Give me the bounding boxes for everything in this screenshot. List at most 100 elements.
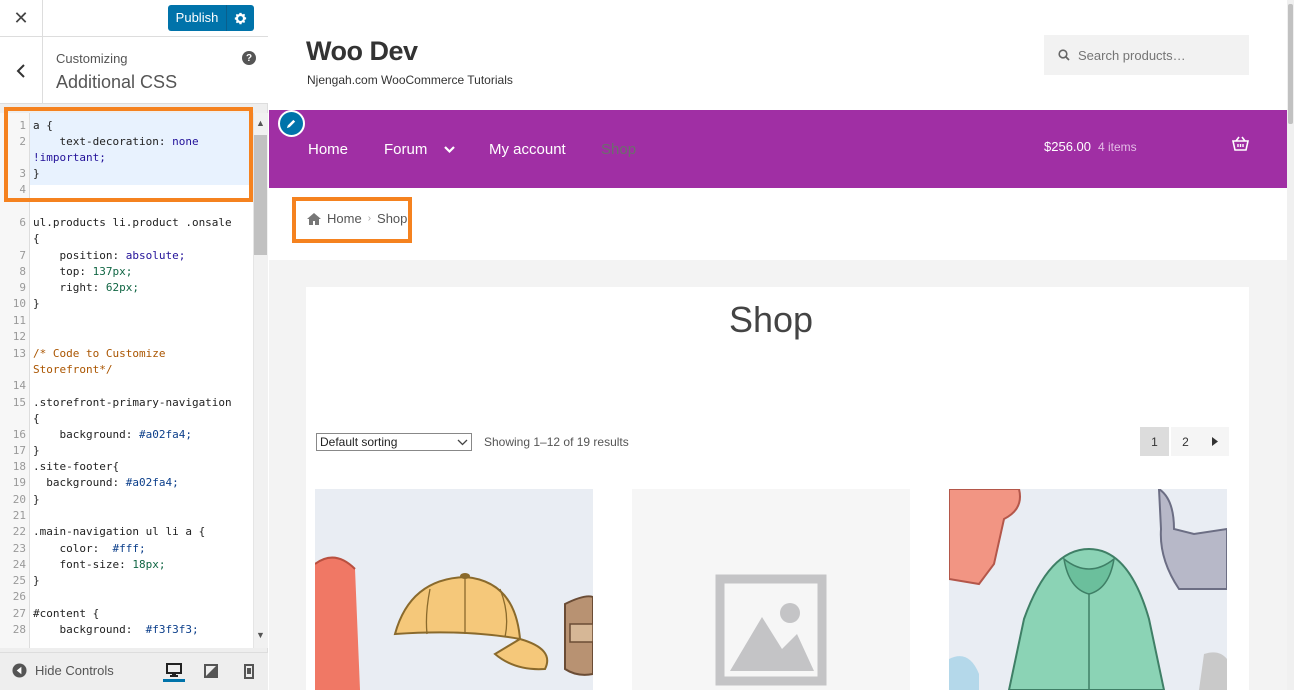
nav-item-forum[interactable]: Forum: [384, 141, 455, 158]
code-line: }: [33, 297, 40, 310]
code-line: background: #f3f3f3;: [33, 623, 199, 636]
line-number: 21: [12, 509, 26, 522]
line-number: 20: [12, 493, 26, 506]
customizer-sidebar: ✕ Publish Customizing Additional CSS ? 1…: [0, 0, 268, 690]
nav-item-my-account[interactable]: My account: [489, 141, 566, 158]
breadcrumb-current: Shop: [377, 211, 408, 226]
line-number: 9: [19, 281, 26, 294]
line-number: 3: [19, 167, 26, 180]
code-line: background: #a02fa4;: [33, 428, 192, 441]
code-line: right: 62px;: [33, 281, 139, 294]
preview-desktop-button[interactable]: [163, 660, 185, 682]
line-number: 8: [19, 265, 26, 278]
css-code-editor[interactable]: 1 2 3 4 6 7 8 9 10 11 12 13 14 15 16 17 18 19 20 21 22 23 24 25…: [0, 113, 268, 648]
line-number: 15: [12, 396, 26, 409]
help-icon[interactable]: ?: [242, 51, 256, 65]
line-number: 12: [12, 330, 26, 343]
mobile-icon: [244, 663, 254, 679]
product-image-cap[interactable]: [315, 489, 593, 690]
line-number: 14: [12, 379, 26, 392]
code-line: }: [33, 493, 40, 506]
code-line: #content {: [33, 607, 100, 620]
line-number: 17: [12, 444, 26, 457]
search-icon: [1058, 49, 1070, 61]
customizer-footer: Hide Controls: [0, 652, 268, 690]
pagination-page-1[interactable]: 1: [1140, 427, 1169, 456]
pagination-next-icon[interactable]: [1200, 427, 1229, 456]
back-button[interactable]: [0, 37, 43, 104]
line-number: 4: [19, 183, 26, 196]
scroll-down-arrow-icon[interactable]: ▼: [253, 630, 268, 642]
code-line: .site-footer{: [33, 460, 120, 473]
breadcrumb: Home › Shop: [307, 211, 407, 226]
line-number: 25: [12, 574, 26, 587]
line-number: 7: [19, 249, 26, 262]
code-line: a {: [33, 119, 53, 132]
result-count: Showing 1–12 of 19 results: [484, 435, 629, 449]
cart-item-count[interactable]: 4 items: [1098, 140, 1137, 154]
pagination-page-2[interactable]: 2: [1171, 427, 1200, 456]
code-line: font-size: 18px;: [33, 558, 166, 571]
editor-scroll-thumb[interactable]: [254, 135, 267, 255]
publish-button[interactable]: Publish: [168, 5, 226, 31]
chevron-down-icon: [443, 146, 455, 154]
code-line: .main-navigation ul li a {: [33, 525, 206, 538]
code-line: /* Code to Customize: [33, 347, 166, 360]
close-button[interactable]: ✕: [0, 0, 43, 37]
line-number: 1: [19, 119, 26, 132]
product-search: [1044, 35, 1249, 75]
preview-tablet-button[interactable]: [200, 660, 222, 682]
breadcrumb-home[interactable]: Home: [327, 211, 362, 226]
code-line: }: [33, 167, 40, 180]
section-header: Customizing Additional CSS ?: [0, 37, 268, 104]
section-breadcrumb: Customizing: [56, 51, 128, 66]
product-image-hoodies[interactable]: [949, 489, 1227, 690]
edit-shortcut-button[interactable]: [278, 110, 305, 137]
search-input[interactable]: [1078, 47, 1238, 63]
desktop-icon: [166, 662, 182, 677]
primary-navigation: Home Forum My account Shop $256.00 4 ite…: [269, 110, 1287, 188]
customizer-header: ✕ Publish: [0, 0, 268, 37]
line-number: 28: [12, 623, 26, 636]
line-number: 27: [12, 607, 26, 620]
code-line: text-decoration: none: [33, 135, 199, 148]
collapse-arrow-icon: [12, 663, 27, 678]
chevron-left-icon: [16, 63, 25, 78]
shop-content: Shop Default sorting Showing 1–12 of 19 …: [306, 287, 1249, 690]
code-line: top: 137px;: [33, 265, 133, 278]
code-line: Storefront*/: [33, 363, 113, 376]
line-number: 23: [12, 542, 26, 555]
cart-amount[interactable]: $256.00: [1044, 139, 1091, 154]
site-preview: Woo Dev Njengah.com WooCommerce Tutorial…: [269, 0, 1287, 690]
line-number: 18: [12, 460, 26, 473]
basket-icon[interactable]: [1232, 136, 1249, 156]
sort-selected-value: Default sorting: [320, 435, 398, 449]
site-tagline: Njengah.com WooCommerce Tutorials: [307, 73, 513, 87]
preview-mobile-button[interactable]: [238, 660, 260, 682]
nav-item-home[interactable]: Home: [308, 141, 348, 158]
product-placeholder-image[interactable]: [632, 489, 910, 690]
nav-item-forum-label: Forum: [384, 141, 428, 158]
preview-scroll-thumb[interactable]: [1288, 4, 1293, 124]
code-line: {: [33, 412, 40, 425]
code-line: {: [33, 232, 40, 245]
nav-item-shop[interactable]: Shop: [601, 141, 636, 158]
hide-controls-label: Hide Controls: [35, 663, 114, 678]
chevron-down-icon: [457, 439, 468, 446]
line-number: 19: [12, 476, 26, 489]
line-number: 10: [12, 297, 26, 310]
publish-button-group: Publish: [168, 5, 254, 31]
home-icon: [307, 212, 321, 225]
line-number: 16: [12, 428, 26, 441]
line-number: 24: [12, 558, 26, 571]
code-line: background: #a02fa4;: [33, 476, 179, 489]
line-number: 13: [12, 347, 26, 360]
line-number: 22: [12, 525, 26, 538]
site-title[interactable]: Woo Dev: [306, 36, 418, 67]
code-line: }: [33, 444, 40, 457]
publish-settings-button[interactable]: [226, 5, 254, 31]
sort-dropdown[interactable]: Default sorting: [316, 433, 472, 451]
hide-controls-button[interactable]: Hide Controls: [12, 663, 114, 678]
code-line: color: #fff;: [33, 542, 146, 555]
scroll-up-arrow-icon[interactable]: ▲: [253, 118, 268, 130]
